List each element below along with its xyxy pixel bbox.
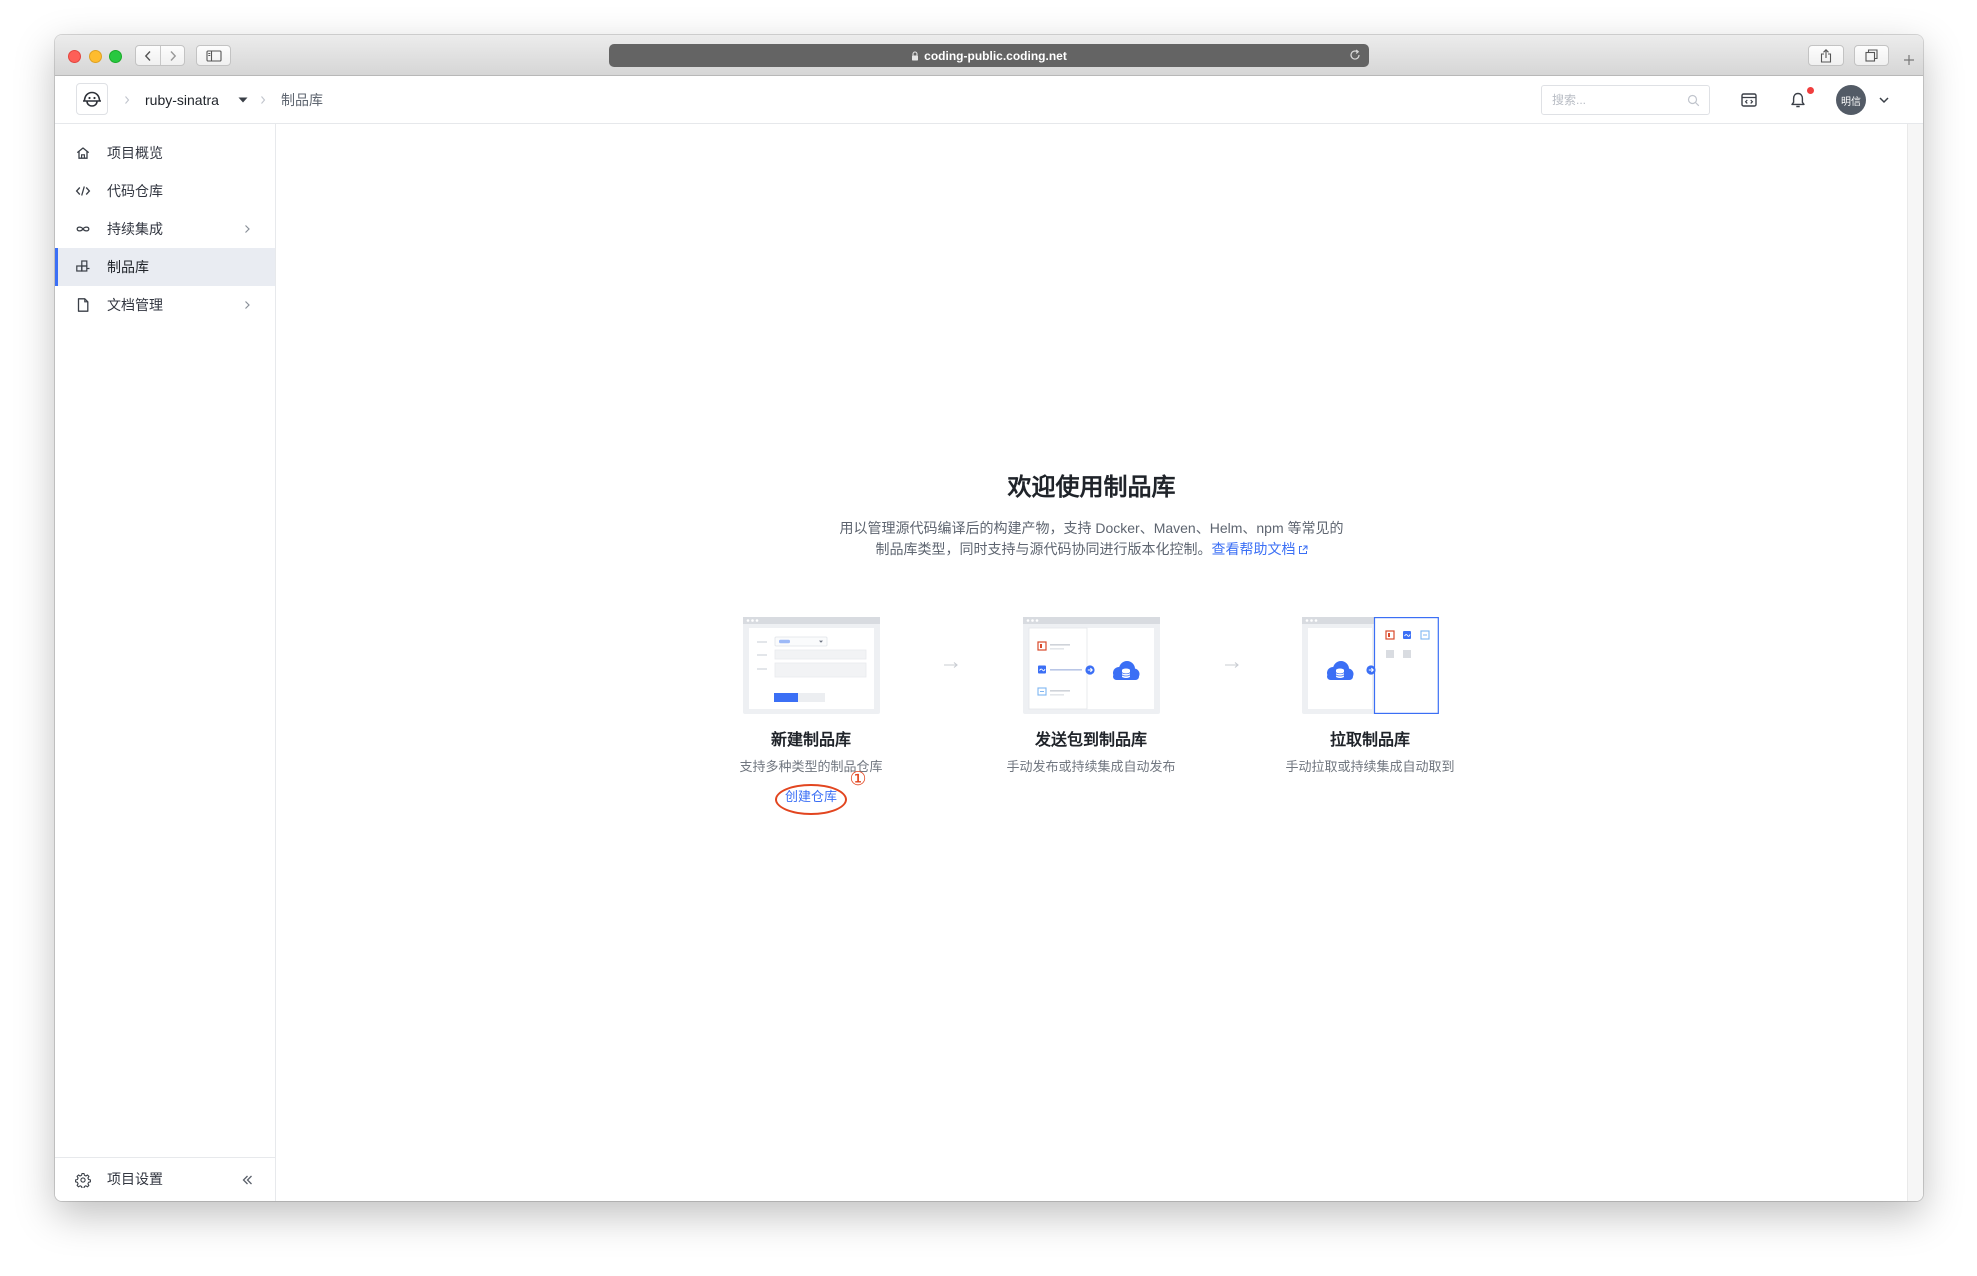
avatar[interactable]: 明信 [1836,85,1866,115]
browser-titlebar: coding-public.coding.net [55,35,1923,76]
plus-icon [1904,55,1914,65]
sidebar-item-label: 代码仓库 [107,183,163,199]
back-button[interactable] [136,46,160,65]
breadcrumb-current-label: 制品库 [281,92,323,108]
step-subtitle: 支持多种类型的制品仓库 [739,759,883,774]
sidebar-item-docs[interactable]: 文档管理 [55,286,275,324]
step-title: 拉取制品库 [1329,732,1410,749]
help-docs-link[interactable]: 查看帮助文档 [1212,541,1296,557]
address-bar[interactable]: coding-public.coding.net [609,44,1369,67]
step-pull: 拉取制品库 手动拉取或持续集成自动取到 [1240,124,1500,774]
artifact-icon [75,259,91,275]
sidebar-item-label: 项目概览 [107,145,163,161]
main-content: 欢迎使用制品库 用以管理源代码编译后的构建产物，支持 Docker、Maven、… [276,124,1907,1201]
new-tab-button[interactable] [1901,52,1917,68]
reload-icon[interactable] [1349,49,1361,61]
publish-package-illustration [1023,617,1160,714]
sidebar-toggle-icon [205,49,222,62]
search-input[interactable] [1542,86,1682,114]
step-subtitle: 手动拉取或持续集成自动取到 [1285,759,1455,774]
arrow-right-icon [944,662,958,668]
chevron-left-icon [144,50,151,61]
sidebar-item-settings[interactable]: 项目设置 [55,1158,275,1201]
chevron-right-icon [169,50,176,61]
forward-button[interactable] [160,46,184,65]
chevron-right-icon [245,301,250,309]
code-window-icon[interactable] [1739,90,1759,110]
breadcrumb-current: 制品库 [281,76,323,124]
search-icon[interactable] [1687,94,1700,107]
sidebar-item-ci[interactable]: 持续集成 [55,210,275,248]
chevron-down-icon[interactable] [1874,90,1894,110]
gear-icon [75,1172,91,1188]
external-link-icon[interactable] [1298,545,1308,555]
breadcrumb-project[interactable]: ruby-sinatra [145,76,219,124]
chevron-right-icon [245,225,250,233]
close-window-button[interactable] [68,50,81,63]
step-create: 新建制品库 支持多种类型的制品仓库 创建仓库 [681,124,941,804]
search-box[interactable] [1541,85,1710,115]
minimize-window-button[interactable] [89,50,102,63]
notification-dot [1807,87,1814,94]
bell-icon[interactable] [1788,90,1808,110]
history-nav [135,45,185,66]
welcome-title: 欢迎使用制品库 [1007,474,1176,501]
collapse-sidebar-icon[interactable] [239,1172,255,1188]
project-name: ruby-sinatra [145,92,219,108]
coding-logo[interactable] [76,83,108,115]
pull-package-illustration [1302,617,1439,714]
sidebar: 项目概览 代码仓库 持续集成 制品库 文档管理 项目设置 [55,124,276,1201]
breadcrumb-separator-icon [261,96,266,104]
sidebar-item-code[interactable]: 代码仓库 [55,172,275,210]
sidebar-item-artifacts[interactable]: 制品库 [55,248,275,286]
avatar-text: 明信 [1841,96,1861,108]
tabs-icon [1865,49,1878,62]
arrow-right-icon [1225,662,1239,668]
share-button[interactable] [1808,45,1844,66]
sidebar-item-label: 持续集成 [107,221,163,237]
breadcrumb-separator-icon [125,96,130,104]
welcome-description-line-1: 用以管理源代码编译后的构建产物，支持 Docker、Maven、Helm、npm… [839,520,1344,536]
create-repo-illustration [743,617,880,714]
scrollbar-track[interactable] [1907,124,1923,1201]
zoom-window-button[interactable] [109,50,122,63]
show-tabs-button[interactable] [1854,45,1889,66]
document-icon [75,297,91,313]
sidebar-item-label: 文档管理 [107,297,163,313]
annotation-marker: ① [849,768,867,790]
sidebar-item-overview[interactable]: 项目概览 [55,134,275,172]
step-publish: 发送包到制品库 手动发布或持续集成自动发布 [961,124,1221,774]
settings-label: 项目设置 [107,1171,163,1187]
code-icon [75,183,91,199]
step-subtitle: 手动发布或持续集成自动发布 [1006,759,1176,774]
lock-icon [911,50,919,61]
home-icon [75,145,91,161]
coding-logo-icon [83,91,101,107]
welcome-description-line-2: 制品库类型，同时支持与源代码协同进行版本化控制。查看帮助文档 [276,539,1907,560]
step-title: 发送包到制品库 [1034,732,1147,749]
step-title: 新建制品库 [770,732,851,749]
sidebar-item-label: 制品库 [107,259,149,275]
infinity-icon [75,221,91,237]
sidebar-toggle-button[interactable] [196,45,231,66]
address-url: coding-public.coding.net [924,48,1067,63]
caret-down-icon[interactable] [238,97,248,103]
annotation-ring [775,784,847,815]
share-icon [1820,48,1832,63]
app-header: ruby-sinatra 制品库 明信 [55,76,1923,124]
welcome-description-text: 制品库类型，同时支持与源代码协同进行版本化控制。 [875,541,1212,557]
browser-window: coding-public.coding.net ruby-sinatra 制品… [55,35,1923,1201]
